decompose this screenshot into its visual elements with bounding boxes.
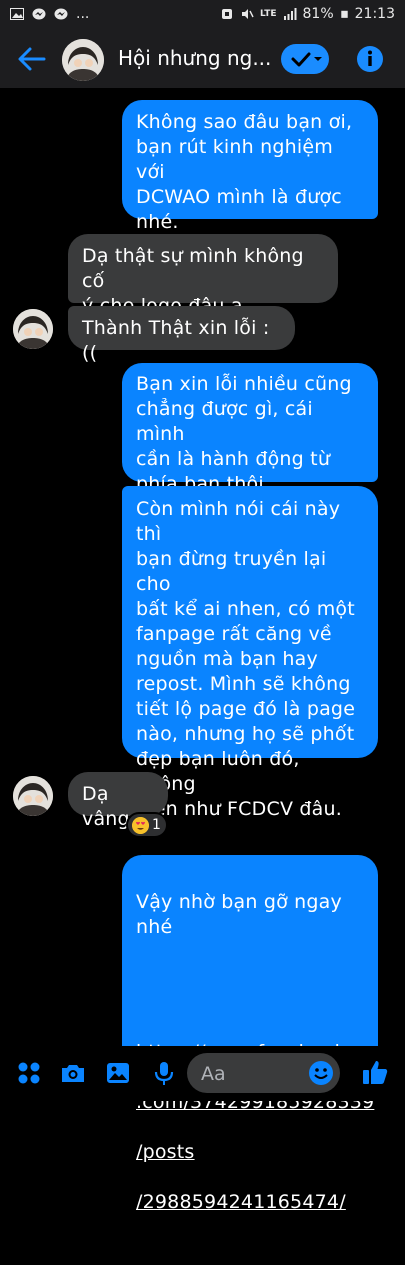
emoji-icon[interactable] <box>308 1060 334 1086</box>
camera-icon[interactable] <box>60 1060 86 1086</box>
outgoing-message-bubble[interactable]: Còn mình nói cái này thì bạn đừng truyền… <box>122 486 378 820</box>
message-text: Vậy nhờ bạn gỡ ngay nhé <box>136 891 342 938</box>
group-avatar[interactable] <box>62 39 104 81</box>
back-arrow-icon[interactable] <box>16 45 46 73</box>
incoming-message-bubble[interactable]: Thành Thật xin lỗi :(( <box>68 306 295 364</box>
message-composer[interactable] <box>187 1053 340 1093</box>
battery-icon <box>340 10 348 18</box>
signal-icon <box>283 8 297 20</box>
messenger-bubble-icon <box>32 8 46 20</box>
battery-percent: 81% <box>302 6 334 22</box>
alarm-icon <box>221 9 232 19</box>
outgoing-message-bubble[interactable]: Không sao đâu bạn ơi, bạn rút kinh nghiệ… <box>122 100 378 233</box>
reaction-count: 1 <box>152 817 161 833</box>
sender-avatar[interactable] <box>13 776 53 816</box>
photo-gallery-icon[interactable] <box>105 1060 131 1086</box>
status-bar: ... LTE 81% 21:13 <box>0 0 405 30</box>
messenger-bubble-icon <box>54 8 68 20</box>
status-bar-right: LTE 81% 21:13 <box>220 6 395 22</box>
conversation-header: Hội nhưng ng... <box>0 30 405 88</box>
network-type: LTE <box>259 8 277 19</box>
incoming-message-bubble[interactable]: Dạ thật sự mình không cố ý che logo đâu … <box>68 234 338 317</box>
gallery-icon <box>10 8 24 20</box>
incoming-message-bubble[interactable]: Dạ vâng <box>68 772 168 830</box>
message-reaction[interactable]: 1 <box>126 812 168 838</box>
mute-icon <box>241 9 254 19</box>
link-line: /posts <box>136 1141 195 1163</box>
info-icon[interactable] <box>356 45 384 73</box>
sender-avatar[interactable] <box>13 309 53 349</box>
link-line: /2988594241165474/ <box>136 1191 346 1213</box>
composer-bar <box>0 1046 405 1101</box>
checkmark-dropdown-icon <box>291 52 322 67</box>
microphone-icon[interactable] <box>151 1060 177 1086</box>
more-notifications: ... <box>76 6 90 22</box>
outgoing-message-bubble[interactable]: Vậy nhờ bạn gỡ ngay nhé https://www.face… <box>122 855 378 1213</box>
heart-eyes-emoji-icon <box>132 816 149 834</box>
call-options-button[interactable] <box>281 44 329 74</box>
clock: 21:13 <box>354 6 395 22</box>
apps-grid-icon[interactable] <box>16 1060 42 1086</box>
status-bar-left: ... <box>10 6 89 22</box>
conversation-title[interactable]: Hội nhưng ng... <box>118 46 271 70</box>
message-input[interactable] <box>199 1061 303 1087</box>
outgoing-message-bubble[interactable]: Bạn xin lỗi nhiều cũng chẳng được gì, cá… <box>122 363 378 495</box>
thumbs-up-icon[interactable] <box>361 1058 389 1086</box>
